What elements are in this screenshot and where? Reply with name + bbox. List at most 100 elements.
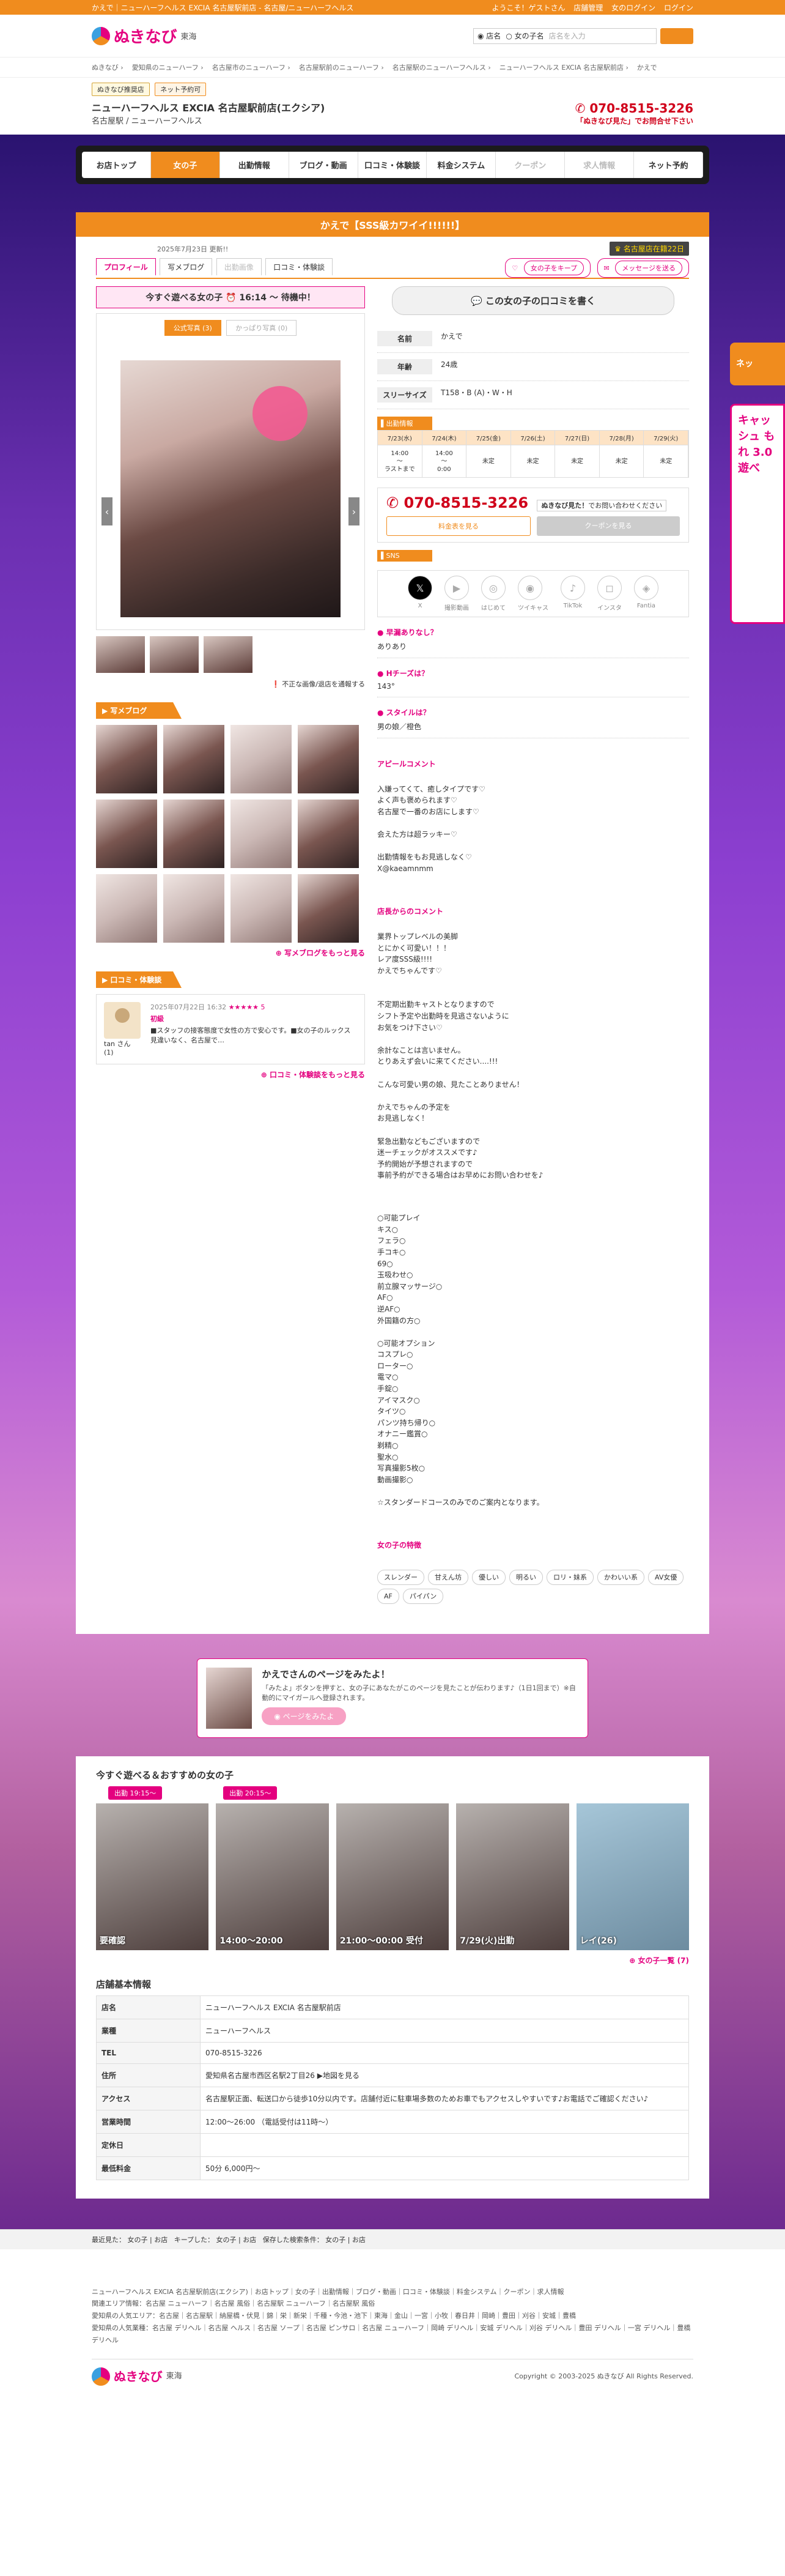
shop-admin-link[interactable]: 店舗管理 <box>573 4 603 12</box>
type-chip[interactable]: パイパン <box>402 1589 444 1605</box>
breadcrumb-item[interactable]: 名古屋市のニューハーフ › <box>212 64 290 72</box>
price-list-button[interactable]: 料金表を見る <box>386 516 531 536</box>
sns-link[interactable]: ▶ 撮影動画 <box>444 576 469 612</box>
search-option-girl[interactable]: ○ 女の子名 <box>506 31 544 41</box>
type-chip[interactable]: AV女優 <box>648 1569 684 1586</box>
footer-shop-links[interactable]: ニューハーフヘルス EXCIA 名古屋駅前店(エクシア)｜お店トップ｜女の子｜出… <box>92 2286 693 2298</box>
search-input[interactable]: ◉ 店名 ○ 女の子名 店名を入力 <box>473 28 657 44</box>
type-chip[interactable]: 明るい <box>509 1569 543 1586</box>
schedule-time: 未定 <box>644 445 688 477</box>
footer-logo[interactable]: ぬきなび 東海 <box>92 2366 182 2388</box>
sns-link[interactable]: ◉ ツイキャス <box>518 576 548 612</box>
nav-item[interactable]: ブログ・動画 <box>289 152 358 178</box>
review-item[interactable]: tan さん (1) 2025年07月22日 16:32 ★★★★★ 5 初級 … <box>96 994 365 1064</box>
tab-candid-photos[interactable]: かっぱり写真 (0) <box>226 320 297 336</box>
search-button[interactable] <box>660 28 693 44</box>
next-photo-arrow-icon[interactable]: › <box>348 497 359 525</box>
recent-girls-link[interactable]: 女の子 <box>128 2236 148 2244</box>
schedule-date: 7/28(月) <box>599 431 644 445</box>
girls-list-link[interactable]: ⊕ 女の子一覧 (7) <box>96 1955 689 1965</box>
recommended-girl[interactable]: レイ(26) <box>576 1803 690 1950</box>
breadcrumb-item[interactable]: ニューハーフヘルス EXCIA 名古屋駅前店 › <box>499 64 628 72</box>
right-column: 💬 この女の子の口コミを書く 名前 かえで 年齢 24歳 スリーサイズ T158・B (A… <box>377 286 689 1616</box>
write-review-button[interactable]: 💬 この女の子の口コミを書く <box>392 286 674 315</box>
tab-official-photos[interactable]: 公式写真 (3) <box>164 320 221 336</box>
blog-photo[interactable] <box>298 874 359 943</box>
blog-photo[interactable] <box>298 800 359 868</box>
more-reviews-link[interactable]: ⊕ 口コミ・体験談をもっと見る <box>96 1069 365 1080</box>
blog-photo[interactable] <box>163 800 224 868</box>
blog-photo[interactable] <box>298 725 359 793</box>
blog-photo[interactable] <box>163 874 224 943</box>
thumbnail[interactable] <box>204 636 252 673</box>
recent-shops-link[interactable]: お店 <box>154 2236 168 2244</box>
type-chip[interactable]: ロリ・妹系 <box>547 1569 594 1586</box>
sns-link[interactable]: ◈ Fantia <box>634 576 658 612</box>
more-blog-link[interactable]: ⊕ 写メブログをもっと見る <box>96 948 365 958</box>
side-cash-banner[interactable]: キャッシュ もれ 3.0 遊べ <box>730 404 785 624</box>
type-chip[interactable]: AF <box>377 1589 399 1605</box>
kept-shops-link[interactable]: お店 <box>243 2236 256 2244</box>
saved-shops-link[interactable]: お店 <box>352 2236 366 2244</box>
sns-link[interactable]: ◻ インスタ <box>597 576 622 612</box>
side-net-banner[interactable]: ネッ <box>730 343 785 385</box>
recommended-girl[interactable]: 要確認 <box>96 1803 209 1950</box>
saved-girls-link[interactable]: 女の子 <box>325 2236 345 2244</box>
nav-item[interactable]: 料金システム <box>427 152 496 178</box>
coupon-button[interactable]: クーポンを見る <box>537 516 680 536</box>
shop-phone[interactable]: ✆ 070-8515-3226 「ぬきなび見た」でお問合せ下さい <box>575 101 693 126</box>
type-chip[interactable]: 優しい <box>472 1569 506 1586</box>
blog-photo[interactable] <box>96 800 157 868</box>
tab-blog[interactable]: 写メブログ <box>160 258 213 275</box>
sns-link[interactable]: 𝕏X <box>408 576 432 612</box>
footer-popular-areas[interactable]: 愛知県の人気エリア：名古屋｜名古屋駅｜納屋橋・伏見｜錦｜栄｜新栄｜千種・今池・池… <box>92 2310 693 2322</box>
breadcrumb-item[interactable]: 名古屋駅前のニューハーフ › <box>299 64 384 72</box>
nav-item[interactable]: 求人情報 <box>565 152 635 178</box>
nav-item[interactable]: 女の子 <box>150 152 220 178</box>
breadcrumb-item[interactable]: ぬきなび › <box>92 64 123 72</box>
recommended-girl[interactable]: 21:00〜00:00 受付 <box>336 1803 449 1950</box>
nav-item[interactable]: 出勤情報 <box>220 152 289 178</box>
blog-photo[interactable] <box>163 725 224 793</box>
site-logo[interactable]: ぬきなび 東海 <box>92 24 197 47</box>
shop-info: 店舗基本情報 店名 ニューハーフヘルス EXCIA 名古屋駅前店 業種 ニューハーフヘ… <box>96 1978 689 2180</box>
sns-link[interactable]: ◎ はじめて <box>481 576 506 612</box>
sns-link[interactable]: ♪ TikTok <box>561 576 585 612</box>
tab-shift-image[interactable]: 出勤画像 <box>216 258 262 275</box>
nav-item[interactable]: 口コミ・体験談 <box>358 152 427 178</box>
blog-photo[interactable] <box>230 725 292 793</box>
report-link[interactable]: ❗ 不正な画像/退店を通報する <box>96 679 365 689</box>
nav-item[interactable]: クーポン <box>496 152 566 178</box>
login-link[interactable]: ログイン <box>664 4 693 12</box>
blog-photo[interactable] <box>230 800 292 868</box>
visited-button[interactable]: ◉ ページをみたよ <box>262 1707 347 1725</box>
breadcrumb-item[interactable]: 愛知県のニューハーフ › <box>132 64 204 72</box>
nav-item[interactable]: ネット予約 <box>634 152 703 178</box>
girl-login-link[interactable]: 女のログイン <box>611 4 655 12</box>
tab-profile[interactable]: プロフィール <box>96 258 156 275</box>
send-message-button[interactable]: ✉ メッセージを送る <box>597 258 689 278</box>
recommended-girl[interactable]: 7/29(火)出勤 <box>456 1803 569 1950</box>
recommended-girl[interactable]: 14:00〜20:00 <box>216 1803 329 1950</box>
logo-mark-icon <box>92 2367 110 2386</box>
kept-girls-link[interactable]: 女の子 <box>216 2236 237 2244</box>
breadcrumb-item[interactable]: 名古屋駅のニューハーフヘルス › <box>392 64 491 72</box>
tab-reviews[interactable]: 口コミ・体験談 <box>265 258 333 275</box>
search-option-shop[interactable]: ◉ 店名 <box>477 31 501 41</box>
nav-item[interactable]: お店トップ <box>82 152 151 178</box>
contact-phone[interactable]: ✆ 070-8515-3226 ぬきなび見た！でお問い合わせください <box>386 494 680 511</box>
thumbnail[interactable] <box>150 636 199 673</box>
type-chip[interactable]: スレンダー <box>377 1569 424 1586</box>
footer-related-areas[interactable]: 関連エリア情報：名古屋 ニューハーフ｜名古屋 風俗｜名古屋駅 ニューハーフ｜名古… <box>92 2298 693 2310</box>
blog-photo[interactable] <box>96 725 157 793</box>
keep-girl-button[interactable]: ♡ 女の子をキープ <box>505 258 591 278</box>
info-row: 住所 愛知県名古屋市西区名駅2丁目26 ▶地図を見る <box>96 2063 689 2087</box>
prev-photo-arrow-icon[interactable]: ‹ <box>101 497 112 525</box>
thumbnail[interactable] <box>96 636 145 673</box>
type-chip[interactable]: かわいい系 <box>597 1569 644 1586</box>
blog-photo[interactable] <box>96 874 157 943</box>
type-chip[interactable]: 甘えん坊 <box>428 1569 468 1586</box>
main-photo[interactable] <box>120 360 341 617</box>
footer-popular-types[interactable]: 愛知県の人気業種：名古屋 デリヘル｜名古屋 ヘルス｜名古屋 ソープ｜名古屋 ピン… <box>92 2322 693 2347</box>
blog-photo[interactable] <box>230 874 292 943</box>
